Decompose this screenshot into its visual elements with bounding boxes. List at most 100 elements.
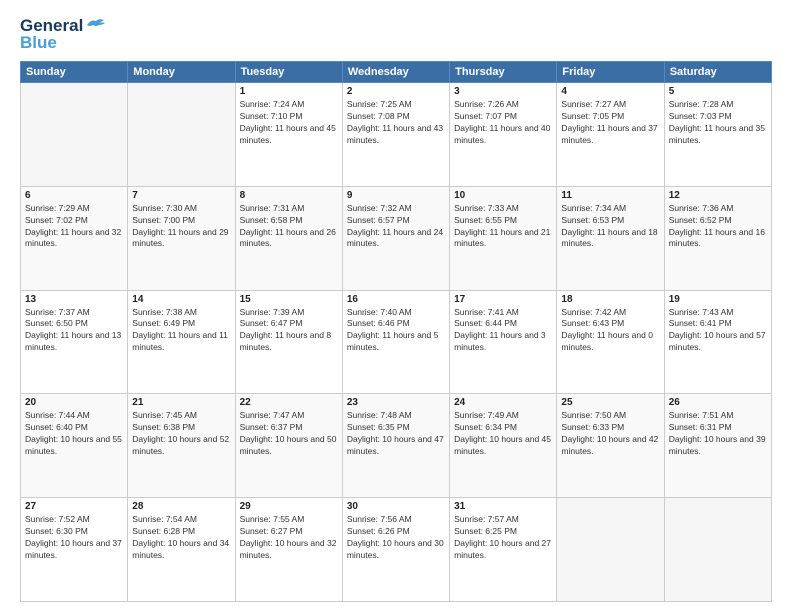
calendar-cell: 27 Sunrise: 7:52 AMSunset: 6:30 PMDayligh…	[21, 498, 128, 602]
day-number: 13	[25, 294, 123, 305]
calendar-cell: 16Sunrise: 7:40 AMSunset: 6:46 PMDayligh…	[342, 290, 449, 394]
day-number: 20	[25, 397, 123, 408]
calendar-cell	[21, 83, 128, 187]
calendar-cell: 1 Sunrise: 7:24 AMSunset: 7:10 PMDaylight…	[235, 83, 342, 187]
calendar-cell: 15 Sunrise: 7:39 AMSunset: 6:47 PMDayligh…	[235, 290, 342, 394]
calendar-table: SundayMondayTuesdayWednesdayThursdayFrid…	[20, 61, 772, 602]
day-info: Sunrise: 7:43 AMSunset: 6:41 PMDaylight:…	[669, 307, 767, 355]
calendar-cell: 2 Sunrise: 7:25 AMSunset: 7:08 PMDaylight…	[342, 83, 449, 187]
day-number: 15	[240, 294, 338, 305]
calendar-week-row: 20Sunrise: 7:44 AMSunset: 6:40 PMDayligh…	[21, 394, 772, 498]
calendar-cell: 7 Sunrise: 7:30 AMSunset: 7:00 PMDaylight…	[128, 186, 235, 290]
calendar-cell: 4Sunrise: 7:27 AMSunset: 7:05 PMDaylight…	[557, 83, 664, 187]
calendar-cell	[557, 498, 664, 602]
day-info: Sunrise: 7:49 AMSunset: 6:34 PMDaylight:…	[454, 410, 552, 458]
calendar-week-row: 6 Sunrise: 7:29 AMSunset: 7:02 PMDaylight…	[21, 186, 772, 290]
calendar-cell: 25 Sunrise: 7:50 AMSunset: 6:33 PMDayligh…	[557, 394, 664, 498]
weekday-header: Saturday	[664, 62, 771, 83]
day-info: Sunrise: 7:24 AMSunset: 7:10 PMDaylight:…	[240, 99, 338, 147]
day-number: 1	[240, 86, 338, 97]
calendar-cell: 3Sunrise: 7:26 AMSunset: 7:07 PMDaylight…	[450, 83, 557, 187]
day-number: 27	[25, 501, 123, 512]
calendar-cell: 19 Sunrise: 7:43 AMSunset: 6:41 PMDayligh…	[664, 290, 771, 394]
day-info: Sunrise: 7:48 AMSunset: 6:35 PMDaylight:…	[347, 410, 445, 458]
day-number: 6	[25, 190, 123, 201]
calendar-cell	[664, 498, 771, 602]
logo: General Blue	[20, 16, 107, 53]
day-info: Sunrise: 7:52 AMSunset: 6:30 PMDaylight:…	[25, 514, 123, 562]
calendar-cell: 17Sunrise: 7:41 AMSunset: 6:44 PMDayligh…	[450, 290, 557, 394]
day-info: Sunrise: 7:37 AMSunset: 6:50 PMDaylight:…	[25, 307, 123, 355]
calendar-week-row: 1 Sunrise: 7:24 AMSunset: 7:10 PMDaylight…	[21, 83, 772, 187]
weekday-header: Sunday	[21, 62, 128, 83]
logo-blue: Blue	[20, 33, 57, 53]
calendar-week-row: 13 Sunrise: 7:37 AMSunset: 6:50 PMDayligh…	[21, 290, 772, 394]
day-number: 25	[561, 397, 659, 408]
calendar-cell	[128, 83, 235, 187]
day-info: Sunrise: 7:47 AMSunset: 6:37 PMDaylight:…	[240, 410, 338, 458]
day-info: Sunrise: 7:32 AMSunset: 6:57 PMDaylight:…	[347, 203, 445, 251]
day-info: Sunrise: 7:27 AMSunset: 7:05 PMDaylight:…	[561, 99, 659, 147]
calendar-week-row: 27 Sunrise: 7:52 AMSunset: 6:30 PMDayligh…	[21, 498, 772, 602]
day-number: 7	[132, 190, 230, 201]
day-number: 19	[669, 294, 767, 305]
day-number: 2	[347, 86, 445, 97]
calendar-cell: 29Sunrise: 7:55 AMSunset: 6:27 PMDayligh…	[235, 498, 342, 602]
calendar-cell: 31 Sunrise: 7:57 AMSunset: 6:25 PMDayligh…	[450, 498, 557, 602]
day-info: Sunrise: 7:33 AMSunset: 6:55 PMDaylight:…	[454, 203, 552, 251]
day-number: 29	[240, 501, 338, 512]
calendar-cell: 20Sunrise: 7:44 AMSunset: 6:40 PMDayligh…	[21, 394, 128, 498]
day-number: 12	[669, 190, 767, 201]
page: General Blue SundayMondayTuesdayWednesda…	[0, 0, 792, 612]
weekday-header: Friday	[557, 62, 664, 83]
day-number: 22	[240, 397, 338, 408]
day-number: 30	[347, 501, 445, 512]
day-info: Sunrise: 7:42 AMSunset: 6:43 PMDaylight:…	[561, 307, 659, 355]
day-number: 17	[454, 294, 552, 305]
day-number: 11	[561, 190, 659, 201]
calendar-cell: 24Sunrise: 7:49 AMSunset: 6:34 PMDayligh…	[450, 394, 557, 498]
day-info: Sunrise: 7:51 AMSunset: 6:31 PMDaylight:…	[669, 410, 767, 458]
day-number: 9	[347, 190, 445, 201]
day-number: 23	[347, 397, 445, 408]
day-info: Sunrise: 7:36 AMSunset: 6:52 PMDaylight:…	[669, 203, 767, 251]
day-info: Sunrise: 7:25 AMSunset: 7:08 PMDaylight:…	[347, 99, 445, 147]
day-info: Sunrise: 7:56 AMSunset: 6:26 PMDaylight:…	[347, 514, 445, 562]
day-number: 5	[669, 86, 767, 97]
calendar-cell: 30 Sunrise: 7:56 AMSunset: 6:26 PMDayligh…	[342, 498, 449, 602]
weekday-header: Monday	[128, 62, 235, 83]
calendar-cell: 26 Sunrise: 7:51 AMSunset: 6:31 PMDayligh…	[664, 394, 771, 498]
day-info: Sunrise: 7:57 AMSunset: 6:25 PMDaylight:…	[454, 514, 552, 562]
day-number: 28	[132, 501, 230, 512]
day-info: Sunrise: 7:34 AMSunset: 6:53 PMDaylight:…	[561, 203, 659, 251]
calendar-cell: 8 Sunrise: 7:31 AMSunset: 6:58 PMDaylight…	[235, 186, 342, 290]
calendar-cell: 13 Sunrise: 7:37 AMSunset: 6:50 PMDayligh…	[21, 290, 128, 394]
day-info: Sunrise: 7:39 AMSunset: 6:47 PMDaylight:…	[240, 307, 338, 355]
calendar-body: 1 Sunrise: 7:24 AMSunset: 7:10 PMDaylight…	[21, 83, 772, 602]
calendar-cell: 11 Sunrise: 7:34 AMSunset: 6:53 PMDayligh…	[557, 186, 664, 290]
day-number: 14	[132, 294, 230, 305]
day-number: 26	[669, 397, 767, 408]
calendar-cell: 21 Sunrise: 7:45 AMSunset: 6:38 PMDayligh…	[128, 394, 235, 498]
header: General Blue	[20, 16, 772, 53]
day-info: Sunrise: 7:31 AMSunset: 6:58 PMDaylight:…	[240, 203, 338, 251]
day-info: Sunrise: 7:30 AMSunset: 7:00 PMDaylight:…	[132, 203, 230, 251]
calendar-cell: 9 Sunrise: 7:32 AMSunset: 6:57 PMDaylight…	[342, 186, 449, 290]
weekday-header: Thursday	[450, 62, 557, 83]
calendar-cell: 18 Sunrise: 7:42 AMSunset: 6:43 PMDayligh…	[557, 290, 664, 394]
day-number: 8	[240, 190, 338, 201]
calendar-cell: 23 Sunrise: 7:48 AMSunset: 6:35 PMDayligh…	[342, 394, 449, 498]
day-info: Sunrise: 7:50 AMSunset: 6:33 PMDaylight:…	[561, 410, 659, 458]
day-number: 21	[132, 397, 230, 408]
day-number: 3	[454, 86, 552, 97]
logo-bird-icon	[85, 17, 107, 33]
day-info: Sunrise: 7:45 AMSunset: 6:38 PMDaylight:…	[132, 410, 230, 458]
day-number: 18	[561, 294, 659, 305]
day-info: Sunrise: 7:28 AMSunset: 7:03 PMDaylight:…	[669, 99, 767, 147]
calendar-cell: 6 Sunrise: 7:29 AMSunset: 7:02 PMDaylight…	[21, 186, 128, 290]
day-info: Sunrise: 7:38 AMSunset: 6:49 PMDaylight:…	[132, 307, 230, 355]
day-info: Sunrise: 7:29 AMSunset: 7:02 PMDaylight:…	[25, 203, 123, 251]
day-number: 31	[454, 501, 552, 512]
day-number: 16	[347, 294, 445, 305]
calendar-cell: 10Sunrise: 7:33 AMSunset: 6:55 PMDayligh…	[450, 186, 557, 290]
